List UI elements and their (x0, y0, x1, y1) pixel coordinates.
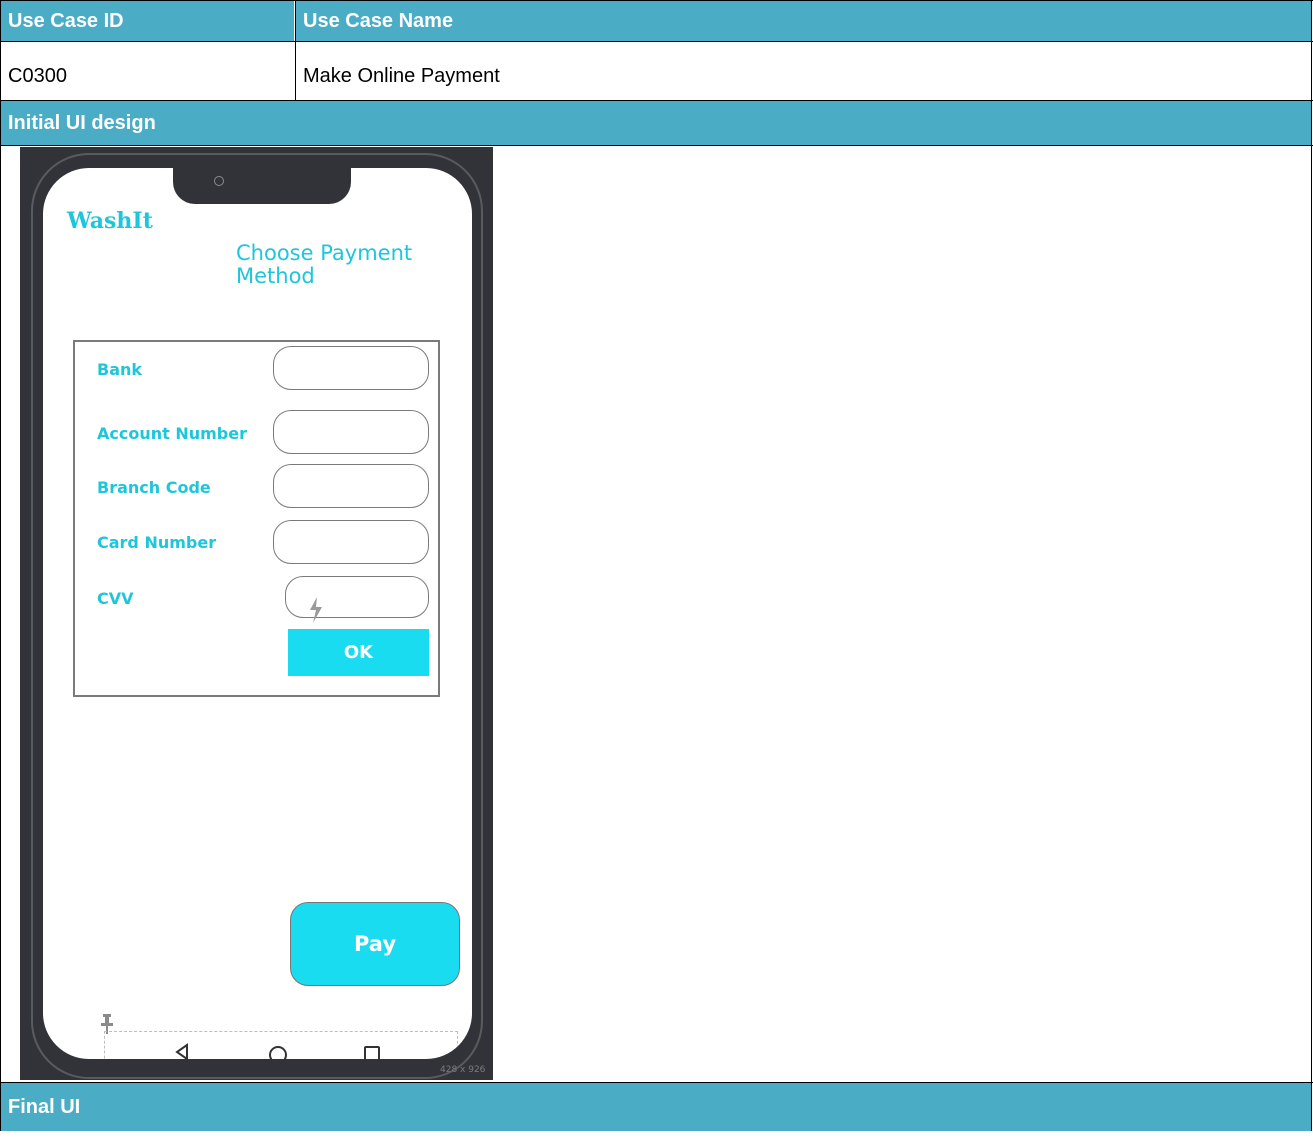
ok-button[interactable]: OK (288, 629, 429, 676)
table-border (0, 41, 1313, 42)
branch-code-label: Branch Code (97, 478, 211, 497)
header-use-case-id: Use Case ID (1, 1, 294, 41)
table-border (295, 0, 296, 100)
home-circle-icon[interactable] (269, 1046, 287, 1059)
pay-button[interactable]: Pay (290, 902, 460, 986)
bank-input[interactable] (273, 346, 429, 390)
app-brand: WashIt (67, 208, 153, 234)
section-initial-ui: Initial UI design (1, 101, 1311, 145)
mockup-dimensions: 428 x 926 (440, 1065, 486, 1075)
table-border (0, 145, 1313, 146)
table-border (0, 0, 1, 1131)
recent-square-icon[interactable] (364, 1046, 380, 1059)
bank-label: Bank (97, 360, 143, 379)
android-nav-bar (104, 1031, 458, 1059)
payment-form: Bank Account Number Branch Code Card Num… (73, 340, 440, 697)
account-number-label: Account Number (97, 424, 247, 443)
use-case-name-value: Make Online Payment (303, 64, 500, 87)
cvv-label: CVV (97, 589, 134, 608)
back-triangle-icon[interactable] (175, 1043, 189, 1059)
account-number-input[interactable] (273, 410, 429, 454)
card-number-label: Card Number (97, 533, 217, 552)
table-border (0, 100, 1313, 101)
header-use-case-name: Use Case Name (296, 1, 1311, 41)
table-border (0, 1082, 1313, 1083)
table-border (0, 0, 1313, 1)
branch-code-input[interactable] (273, 464, 429, 508)
phone-mockup: WashIt Choose Payment Method Bank Accoun… (20, 147, 493, 1080)
screen-title: Choose Payment Method (236, 241, 413, 288)
camera-icon (214, 176, 224, 186)
card-number-input[interactable] (273, 520, 429, 564)
table-border (1311, 0, 1312, 1131)
lightning-icon (310, 597, 322, 623)
use-case-id-value: C0300 (8, 64, 67, 87)
section-final-ui: Final UI (1, 1083, 1311, 1131)
phone-screen: WashIt Choose Payment Method Bank Accoun… (43, 168, 472, 1059)
use-case-table: Use Case ID Use Case Name C0300 Make Onl… (0, 0, 1313, 1148)
phone-notch (173, 168, 351, 204)
